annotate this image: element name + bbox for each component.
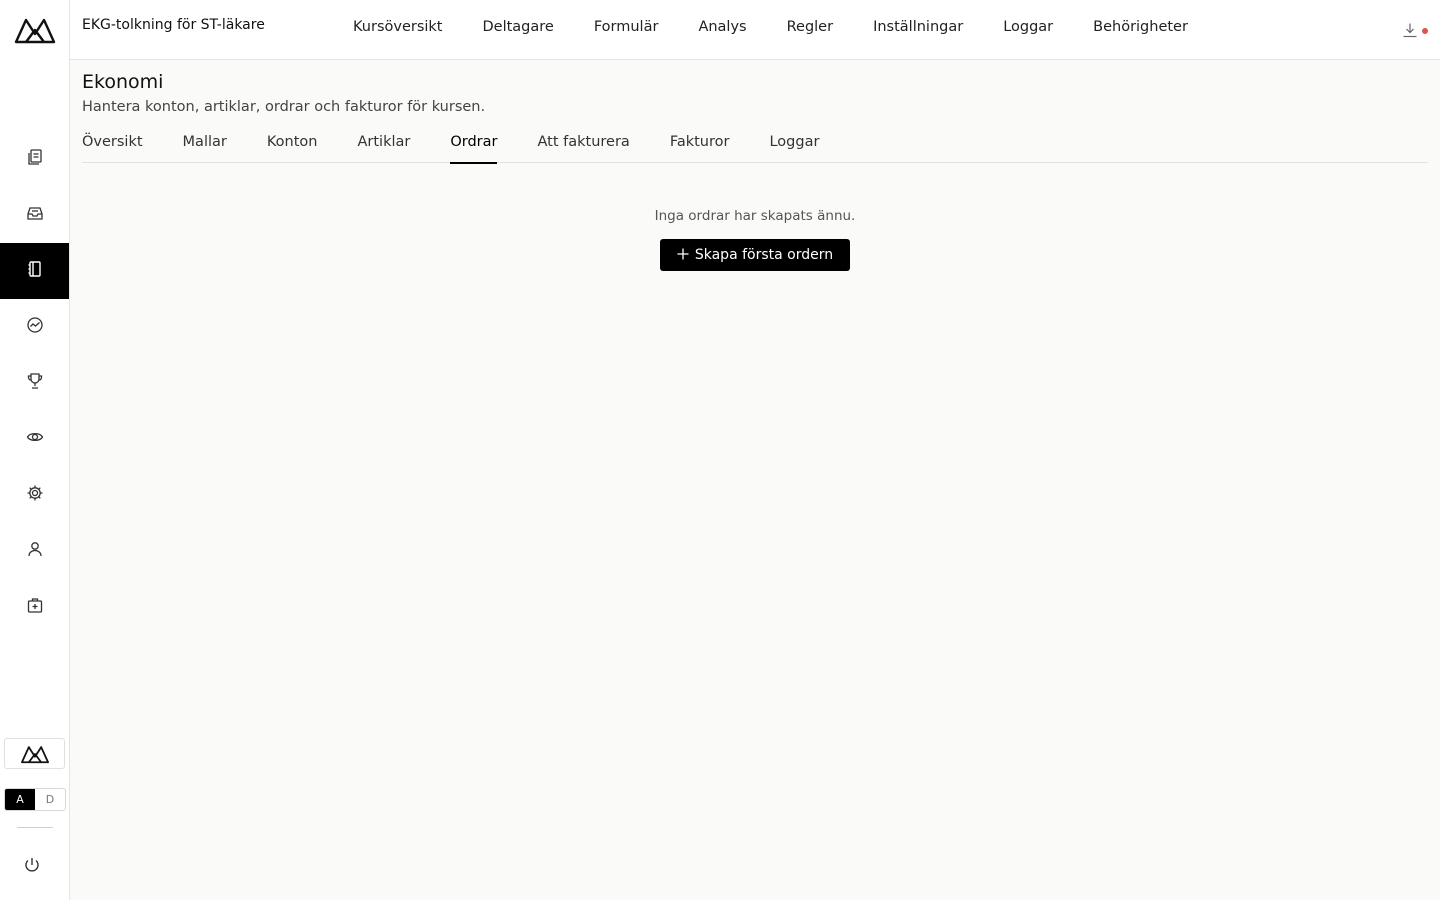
brand-logo[interactable]: [4, 738, 65, 769]
tab-templates[interactable]: Mallar: [183, 130, 227, 163]
sidebar-divider: [17, 827, 53, 828]
sidebar-item-medical[interactable]: [0, 579, 69, 635]
create-first-order-label: Skapa första ordern: [694, 247, 834, 263]
sidebar-item-visibility[interactable]: [0, 411, 69, 467]
notebook-icon: [26, 260, 44, 282]
toggle-option-a[interactable]: A: [5, 789, 35, 810]
nav-participants[interactable]: Deltagare: [483, 19, 554, 35]
course-title: EKG-tolkning för ST-läkare: [82, 17, 265, 33]
gear-icon: [26, 484, 44, 506]
sidebar-item-users[interactable]: [0, 523, 69, 579]
tab-to-invoice[interactable]: Att fakturera: [537, 130, 629, 163]
nav-course-overview[interactable]: Kursöversikt: [353, 19, 443, 35]
sidebar-item-settings[interactable]: [0, 467, 69, 523]
tab-overview[interactable]: Översikt: [82, 130, 143, 163]
nav-settings[interactable]: Inställningar: [873, 19, 963, 35]
top-navigation: Kursöversikt Deltagare Formulär Analys R…: [353, 19, 1228, 35]
create-first-order-button[interactable]: Skapa första ordern: [660, 239, 850, 271]
page-title: Ekonomi: [82, 71, 164, 93]
sidebar-item-economy[interactable]: [0, 243, 69, 299]
empty-state-message: Inga ordrar har skapats ännu.: [654, 208, 856, 224]
page-subtitle: Hantera konton, artiklar, ordrar och fak…: [82, 99, 486, 115]
power-icon[interactable]: [22, 855, 42, 875]
eye-icon: [26, 428, 44, 450]
trophy-icon: [26, 372, 44, 394]
documents-icon: [26, 148, 44, 170]
sidebar-item-trophy[interactable]: [0, 355, 69, 411]
nav-rules[interactable]: Regler: [787, 19, 833, 35]
medical-kit-icon: [26, 596, 44, 618]
notification-dot: [1422, 28, 1428, 34]
sidebar-item-documents[interactable]: [0, 131, 69, 187]
download-icon[interactable]: [1402, 22, 1418, 38]
tab-invoices[interactable]: Fakturor: [670, 130, 730, 163]
plus-icon: [677, 247, 689, 263]
sidebar-item-inbox[interactable]: [0, 187, 69, 243]
sidebar: A D: [0, 0, 70, 900]
mode-toggle[interactable]: A D: [4, 788, 66, 811]
nav-logs[interactable]: Loggar: [1003, 19, 1053, 35]
tab-logs[interactable]: Loggar: [769, 130, 819, 163]
sidebar-item-analytics[interactable]: [0, 299, 69, 355]
logo-icon: [20, 745, 49, 763]
nav-forms[interactable]: Formulär: [594, 19, 659, 35]
nav-analysis[interactable]: Analys: [698, 19, 746, 35]
logo-icon[interactable]: [14, 14, 56, 46]
tab-orders[interactable]: Ordrar: [450, 130, 498, 164]
economy-tabs: Översikt Mallar Konton Artiklar Ordrar A…: [82, 130, 1428, 164]
analytics-icon: [26, 316, 44, 338]
nav-permissions[interactable]: Behörigheter: [1093, 19, 1188, 35]
tab-articles[interactable]: Artiklar: [357, 130, 410, 163]
user-icon: [26, 540, 44, 562]
tab-accounts[interactable]: Konton: [267, 130, 318, 163]
top-bar: EKG-tolkning för ST-läkare Kursöversikt …: [70, 0, 1440, 60]
inbox-icon: [26, 204, 44, 226]
toggle-option-d[interactable]: D: [35, 789, 65, 810]
